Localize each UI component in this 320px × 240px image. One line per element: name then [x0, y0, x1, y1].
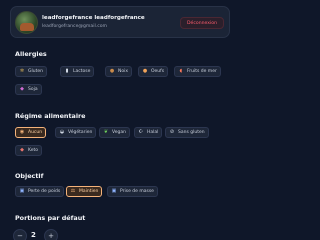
allergy-chip-noix[interactable]: ● Noix [105, 66, 133, 77]
keto-icon: ◆ [20, 147, 24, 153]
shrimp-icon: ◖ [179, 68, 183, 74]
allergy-chip-oeufs[interactable]: ● Oeufs [138, 66, 169, 77]
no-wheat-icon: ⊘ [169, 129, 175, 135]
objective-chip-perte-de-poids[interactable]: ▣ Perte de poids [15, 186, 65, 197]
diet-title: Régime alimentaire [15, 112, 86, 120]
profile-email: leadforgefrance@gmail.com [42, 24, 108, 29]
diet-chip-vegetarien[interactable]: ◒ Végétarien [55, 127, 97, 138]
allergy-chip-gluten[interactable]: ✲ Gluten [15, 66, 47, 77]
diet-chip-aucun[interactable]: ◉ Aucun [15, 127, 47, 138]
diet-chip-halal[interactable]: ☪ Halal [134, 127, 163, 138]
portions-decrement-button[interactable]: − [13, 229, 27, 240]
diet-chip-keto[interactable]: ◆ Keto [15, 145, 43, 156]
halal-icon: ☪ [138, 129, 144, 135]
portions-value: 2 [31, 231, 36, 239]
objective-chip-prise-de-masse[interactable]: ▣ Prise de masse [107, 186, 158, 197]
wheat-icon: ✲ [19, 68, 25, 74]
portions-increment-button[interactable]: + [44, 229, 58, 240]
allergy-chip-lactose[interactable]: ▮ Lactose [60, 66, 95, 77]
allergy-chip-fruits-de-mer[interactable]: ◖ Fruits de mer [174, 66, 221, 77]
allergy-chip-soja[interactable]: ◆ Soja [15, 84, 42, 95]
salad-icon: ◒ [59, 129, 65, 135]
diet-chip-sans-gluten[interactable]: ⊘ Sans gluten [165, 127, 209, 138]
profile-card: leadforgefrance leadforgefrance leadforg… [10, 6, 230, 38]
balance-icon: ⚖ [70, 188, 76, 194]
milk-icon: ▮ [65, 68, 69, 74]
avatar [15, 11, 38, 34]
muscle-icon: ▣ [111, 188, 117, 194]
profile-name: leadforgefrance leadforgefrance [42, 15, 145, 21]
logout-button[interactable]: Déconnexion [180, 17, 224, 29]
objective-title: Objectif [15, 172, 44, 180]
objective-chip-maintien[interactable]: ⚖ Maintien [66, 186, 103, 197]
scale-icon: ▣ [19, 188, 25, 194]
egg-icon: ● [142, 68, 148, 74]
nut-icon: ● [109, 68, 115, 74]
plate-icon: ◉ [19, 129, 25, 135]
diet-chip-vegan[interactable]: ❦ Vegan [99, 127, 130, 138]
allergies-title: Allergies [15, 50, 47, 58]
soy-icon: ◆ [20, 86, 24, 92]
leaf-icon: ❦ [103, 129, 109, 135]
portions-title: Portions par défaut [15, 214, 86, 222]
